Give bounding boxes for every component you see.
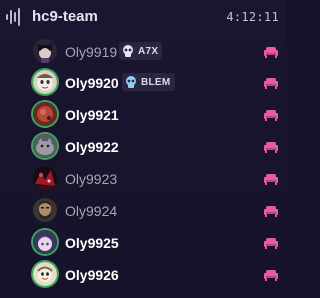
voice-channel-panel: hc9-team 4:12:11 Oly9919 A7X Oly9920 BLE… (0, 0, 286, 298)
channel-name: hc9-team (32, 8, 98, 25)
voice-channel-icon (6, 8, 20, 26)
member-name: Oly9922 (65, 139, 119, 155)
couch-icon[interactable] (264, 203, 278, 217)
member-name: Oly9923 (65, 171, 118, 187)
member-name: Oly9921 (65, 107, 119, 123)
server-tag[interactable]: BLEM (122, 73, 175, 91)
member-name: Oly9926 (65, 267, 119, 283)
couch-icon[interactable] (264, 44, 278, 58)
avatar (33, 230, 57, 254)
avatar (33, 166, 57, 190)
avatar (33, 198, 57, 222)
couch-icon[interactable] (264, 171, 278, 185)
couch-icon[interactable] (264, 75, 278, 89)
skull-icon (126, 76, 136, 88)
member-name: Oly9919 (65, 44, 118, 60)
avatar (33, 39, 57, 63)
couch-icon[interactable] (264, 139, 278, 153)
voice-channel-header[interactable]: hc9-team 4:12:11 (0, 0, 286, 34)
skull-icon (123, 45, 133, 57)
couch-icon[interactable] (264, 267, 278, 281)
avatar (33, 134, 57, 158)
avatar (33, 262, 57, 286)
member-row[interactable]: Oly9922 (0, 131, 286, 162)
server-tag-label: BLEM (141, 76, 171, 88)
member-row[interactable]: Oly9919 A7X (0, 36, 286, 67)
member-name: Oly9924 (65, 203, 118, 219)
member-row[interactable]: Oly9924 (0, 195, 286, 226)
channel-timer: 4:12:11 (226, 10, 279, 24)
server-tag-label: A7X (138, 45, 159, 57)
member-name: Oly9920 (65, 75, 119, 91)
member-row[interactable]: Oly9921 (0, 99, 286, 130)
member-row[interactable]: Oly9926 (0, 259, 286, 290)
couch-icon[interactable] (264, 107, 278, 121)
member-row[interactable]: Oly9925 (0, 227, 286, 258)
member-row[interactable]: Oly9923 (0, 163, 286, 194)
couch-icon[interactable] (264, 235, 278, 249)
avatar (33, 102, 57, 126)
server-tag[interactable]: A7X (119, 42, 163, 60)
avatar (33, 70, 57, 94)
member-row[interactable]: Oly9920 BLEM (0, 67, 286, 98)
member-name: Oly9925 (65, 235, 119, 251)
